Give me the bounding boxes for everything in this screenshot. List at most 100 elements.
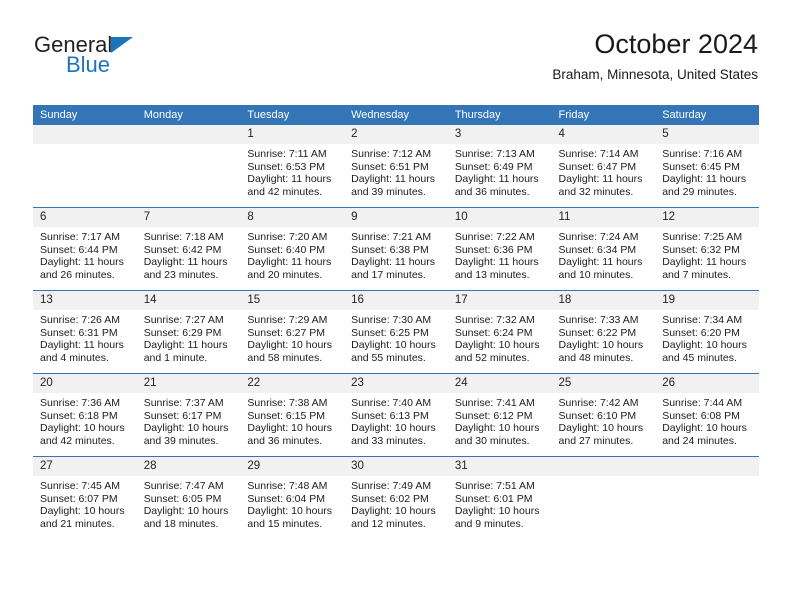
calendar-day-cell[interactable]: 16 Sunrise: 7:30 AM Sunset: 6:25 PM Dayligh… <box>344 290 448 374</box>
calendar-day-cell[interactable]: 14 Sunrise: 7:27 AM Sunset: 6:29 PM Dayligh… <box>136 290 241 374</box>
calendar-day-cell[interactable]: 25 Sunrise: 7:42 AM Sunset: 6:10 PM Dayligh… <box>551 373 656 457</box>
daylight-text: Daylight: 10 hours and 58 minutes. <box>247 339 333 364</box>
logo-text-blue: Blue <box>66 52 111 77</box>
generalblue-logo[interactable]: General Blue <box>34 34 214 84</box>
sunset-text: Sunset: 6:18 PM <box>40 409 118 422</box>
calendar-day-cell-empty[interactable] <box>136 125 241 208</box>
calendar-day-cell-empty[interactable] <box>551 456 656 539</box>
day-details: Sunrise: 7:14 AM Sunset: 6:47 PM Daylight:… <box>552 144 656 198</box>
sunset-text: Sunset: 6:45 PM <box>662 160 740 173</box>
daylight-text: Daylight: 10 hours and 27 minutes. <box>558 422 644 447</box>
weekday-header-friday: Friday <box>551 105 656 125</box>
weekday-header-monday: Monday <box>136 105 241 125</box>
sunrise-text: Sunrise: 7:51 AM <box>454 480 535 492</box>
day-number: 4 <box>551 125 656 144</box>
day-number: 17 <box>447 291 552 310</box>
title-block: October 2024 Braham, Minnesota, United S… <box>552 28 758 84</box>
calendar-day-cell[interactable]: 29 Sunrise: 7:48 AM Sunset: 6:04 PM Dayligh… <box>240 456 345 539</box>
sunset-text: Sunset: 6:49 PM <box>454 160 533 173</box>
calendar-day-cell[interactable]: 31 Sunrise: 7:51 AM Sunset: 6:01 PM Dayligh… <box>447 456 552 539</box>
sunset-text: Sunset: 6:53 PM <box>247 160 326 173</box>
day-details: Sunrise: 7:41 AM Sunset: 6:12 PM Daylight:… <box>448 393 552 447</box>
sunset-text: Sunset: 6:34 PM <box>558 243 637 256</box>
sunrise-text: Sunrise: 7:18 AM <box>143 231 224 243</box>
calendar-day-cell[interactable]: 23 Sunrise: 7:40 AM Sunset: 6:13 PM Dayligh… <box>344 373 448 457</box>
day-number: 18 <box>551 291 656 310</box>
daylight-text: Daylight: 10 hours and 24 minutes. <box>662 422 747 447</box>
daylight-text: Daylight: 11 hours and 17 minutes. <box>351 256 435 281</box>
sunrise-text: Sunrise: 7:49 AM <box>351 480 432 492</box>
day-number: 11 <box>551 208 656 227</box>
calendar-day-cell[interactable]: 20 Sunrise: 7:36 AM Sunset: 6:18 PM Dayligh… <box>33 373 137 457</box>
calendar-day-cell[interactable]: 9 Sunrise: 7:21 AM Sunset: 6:38 PM Daylight… <box>344 207 448 291</box>
day-number: 19 <box>655 291 759 310</box>
calendar-page: General Blue October 2024 Braham, Minnes… <box>0 0 792 612</box>
sunset-text: Sunset: 6:20 PM <box>662 326 740 339</box>
calendar-day-cell-empty[interactable] <box>655 456 759 539</box>
day-number <box>136 125 241 144</box>
daylight-text: Daylight: 11 hours and 32 minutes. <box>558 173 643 198</box>
day-number: 20 <box>33 374 137 393</box>
calendar-day-cell[interactable]: 8 Sunrise: 7:20 AM Sunset: 6:40 PM Daylight… <box>240 207 345 291</box>
calendar-day-cell-empty[interactable] <box>33 125 137 208</box>
day-number: 14 <box>136 291 241 310</box>
sunrise-text: Sunrise: 7:36 AM <box>40 397 120 409</box>
calendar-day-cell[interactable]: 19 Sunrise: 7:34 AM Sunset: 6:20 PM Dayligh… <box>655 290 759 374</box>
daylight-text: Daylight: 11 hours and 39 minutes. <box>351 173 435 198</box>
calendar-day-cell[interactable]: 12 Sunrise: 7:25 AM Sunset: 6:32 PM Dayligh… <box>655 207 759 291</box>
sunset-text: Sunset: 6:36 PM <box>454 243 533 256</box>
calendar-day-cell[interactable]: 2 Sunrise: 7:12 AM Sunset: 6:51 PM Daylight… <box>344 125 448 208</box>
sunset-text: Sunset: 6:29 PM <box>143 326 222 339</box>
sunset-text: Sunset: 6:25 PM <box>351 326 429 339</box>
daylight-text: Daylight: 11 hours and 10 minutes. <box>558 256 643 281</box>
day-number: 16 <box>344 291 448 310</box>
calendar-day-cell[interactable]: 21 Sunrise: 7:37 AM Sunset: 6:17 PM Dayligh… <box>136 373 241 457</box>
calendar-day-cell[interactable]: 17 Sunrise: 7:32 AM Sunset: 6:24 PM Dayligh… <box>447 290 552 374</box>
calendar-day-cell[interactable]: 7 Sunrise: 7:18 AM Sunset: 6:42 PM Daylight… <box>136 207 241 291</box>
calendar-day-cell[interactable]: 10 Sunrise: 7:22 AM Sunset: 6:36 PM Dayligh… <box>447 207 552 291</box>
sunset-text: Sunset: 6:17 PM <box>143 409 222 422</box>
sunset-text: Sunset: 6:07 PM <box>40 492 118 505</box>
day-details: Sunrise: 7:45 AM Sunset: 6:07 PM Daylight:… <box>33 476 137 530</box>
calendar-day-cell[interactable]: 28 Sunrise: 7:47 AM Sunset: 6:05 PM Dayligh… <box>136 456 241 539</box>
calendar-day-cell[interactable]: 1 Sunrise: 7:11 AM Sunset: 6:53 PM Daylight… <box>240 125 345 208</box>
daylight-text: Daylight: 11 hours and 26 minutes. <box>40 256 124 281</box>
calendar-day-cell[interactable]: 5 Sunrise: 7:16 AM Sunset: 6:45 PM Daylight… <box>655 125 759 208</box>
calendar-day-cell[interactable]: 26 Sunrise: 7:44 AM Sunset: 6:08 PM Dayligh… <box>655 373 759 457</box>
day-details: Sunrise: 7:26 AM Sunset: 6:31 PM Daylight:… <box>33 310 137 364</box>
sunrise-text: Sunrise: 7:16 AM <box>662 148 743 160</box>
weekday-header-wednesday: Wednesday <box>344 105 448 125</box>
daylight-text: Daylight: 11 hours and 1 minute. <box>143 339 228 364</box>
day-number: 2 <box>344 125 448 144</box>
daylight-text: Daylight: 10 hours and 52 minutes. <box>454 339 540 364</box>
calendar-day-cell[interactable]: 3 Sunrise: 7:13 AM Sunset: 6:49 PM Daylight… <box>447 125 552 208</box>
calendar-table: Sunday Monday Tuesday Wednesday Thursday… <box>33 105 759 539</box>
sunrise-text: Sunrise: 7:38 AM <box>247 397 328 409</box>
sunrise-text: Sunrise: 7:42 AM <box>558 397 639 409</box>
calendar-day-cell[interactable]: 11 Sunrise: 7:24 AM Sunset: 6:34 PM Dayligh… <box>551 207 656 291</box>
day-number <box>655 457 759 476</box>
day-number: 3 <box>447 125 552 144</box>
day-details: Sunrise: 7:36 AM Sunset: 6:18 PM Daylight:… <box>33 393 137 447</box>
daylight-text: Daylight: 10 hours and 42 minutes. <box>40 422 125 447</box>
calendar-day-cell[interactable]: 27 Sunrise: 7:45 AM Sunset: 6:07 PM Dayligh… <box>33 456 137 539</box>
calendar-day-cell[interactable]: 24 Sunrise: 7:41 AM Sunset: 6:12 PM Dayligh… <box>447 373 552 457</box>
day-number: 25 <box>551 374 656 393</box>
sunrise-text: Sunrise: 7:34 AM <box>662 314 743 326</box>
sunrise-text: Sunrise: 7:41 AM <box>454 397 535 409</box>
daylight-text: Daylight: 10 hours and 48 minutes. <box>558 339 644 364</box>
sunset-text: Sunset: 6:38 PM <box>351 243 429 256</box>
calendar-day-cell[interactable]: 18 Sunrise: 7:33 AM Sunset: 6:22 PM Dayligh… <box>551 290 656 374</box>
calendar-day-cell[interactable]: 6 Sunrise: 7:17 AM Sunset: 6:44 PM Daylight… <box>33 207 137 291</box>
day-details: Sunrise: 7:37 AM Sunset: 6:17 PM Daylight:… <box>137 393 241 447</box>
day-details: Sunrise: 7:34 AM Sunset: 6:20 PM Daylight:… <box>655 310 759 364</box>
calendar-day-cell[interactable]: 15 Sunrise: 7:29 AM Sunset: 6:27 PM Dayligh… <box>240 290 345 374</box>
daylight-text: Daylight: 10 hours and 30 minutes. <box>454 422 540 447</box>
day-number: 23 <box>344 374 448 393</box>
calendar-day-cell[interactable]: 30 Sunrise: 7:49 AM Sunset: 6:02 PM Dayligh… <box>344 456 448 539</box>
calendar-day-cell[interactable]: 13 Sunrise: 7:26 AM Sunset: 6:31 PM Dayligh… <box>33 290 137 374</box>
day-number: 6 <box>33 208 137 227</box>
calendar-day-cell[interactable]: 22 Sunrise: 7:38 AM Sunset: 6:15 PM Dayligh… <box>240 373 345 457</box>
calendar-week-row: 13 Sunrise: 7:26 AM Sunset: 6:31 PM Dayligh… <box>33 290 759 374</box>
calendar-day-cell[interactable]: 4 Sunrise: 7:14 AM Sunset: 6:47 PM Daylight… <box>551 125 656 208</box>
